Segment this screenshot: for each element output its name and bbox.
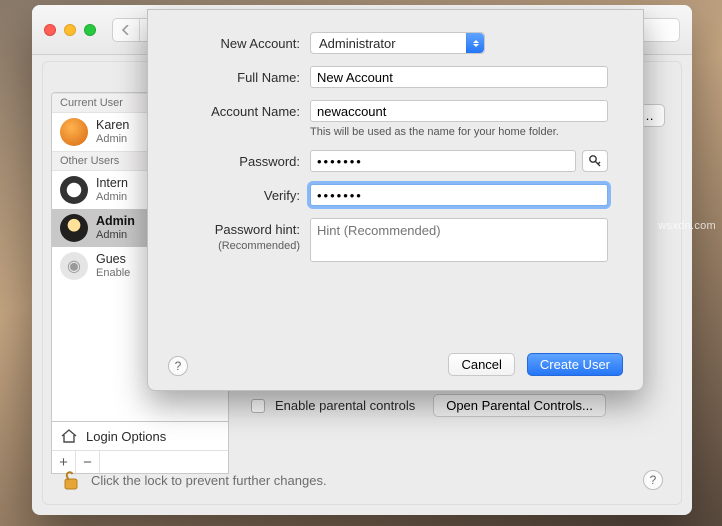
user-role: Admin <box>96 229 135 241</box>
password-input[interactable] <box>310 150 576 172</box>
parental-checkbox[interactable] <box>251 399 265 413</box>
zoom-icon[interactable] <box>84 24 96 36</box>
label-hint: Password hint: (Recommended) <box>172 218 310 252</box>
user-role: Enable <box>96 267 130 279</box>
user-role: Admin <box>96 133 129 145</box>
create-user-button[interactable]: Create User <box>527 353 623 376</box>
minimize-icon[interactable] <box>64 24 76 36</box>
close-icon[interactable] <box>44 24 56 36</box>
login-options-label: Login Options <box>86 429 166 444</box>
full-name-input[interactable] <box>310 66 608 88</box>
home-icon <box>60 428 78 444</box>
watermark: wsxdn.com <box>658 220 716 232</box>
lock-row: Click the lock to prevent further change… <box>51 456 673 498</box>
avatar <box>60 214 88 242</box>
user-role: Admin <box>96 191 128 203</box>
verify-input[interactable] <box>310 184 608 206</box>
chevron-updown-icon <box>466 33 484 53</box>
label-account-name: Account Name: <box>172 100 310 119</box>
home-folder-hint: This will be used as the name for your h… <box>310 126 619 138</box>
open-parental-button[interactable]: Open Parental Controls... <box>433 394 606 417</box>
lock-text: Click the lock to prevent further change… <box>91 473 327 488</box>
back-button[interactable] <box>113 19 139 41</box>
user-name: Karen <box>96 119 129 133</box>
account-type-value: Administrator <box>319 36 396 51</box>
label-verify: Verify: <box>172 184 310 203</box>
account-name-input[interactable] <box>310 100 608 122</box>
help-button[interactable]: ? <box>643 470 663 490</box>
sheet-help-button[interactable]: ? <box>168 356 188 376</box>
account-type-popup[interactable]: Administrator <box>310 32 485 54</box>
preferences-window: Users & Groups Current User Karen Admin … <box>32 5 692 515</box>
lock-icon[interactable] <box>61 468 81 492</box>
parental-label: Enable parental controls <box>275 398 415 413</box>
avatar <box>60 118 88 146</box>
cancel-button[interactable]: Cancel <box>448 353 514 376</box>
label-new-account: New Account: <box>172 32 310 51</box>
user-name: Gues <box>96 253 130 267</box>
window-controls <box>44 24 96 36</box>
avatar <box>60 176 88 204</box>
label-password: Password: <box>172 150 310 169</box>
user-name: Admin <box>96 215 135 229</box>
label-full-name: Full Name: <box>172 66 310 85</box>
parental-controls-row: Enable parental controls Open Parental C… <box>251 394 606 417</box>
avatar: ◉ <box>60 252 88 280</box>
login-options-row[interactable]: Login Options <box>52 422 228 451</box>
hint-input[interactable] <box>310 218 608 262</box>
key-icon <box>588 154 602 168</box>
password-assistant-button[interactable] <box>582 150 608 172</box>
user-name: Intern <box>96 177 128 191</box>
new-user-sheet: New Account: Administrator Full Name: Ac… <box>147 9 644 391</box>
